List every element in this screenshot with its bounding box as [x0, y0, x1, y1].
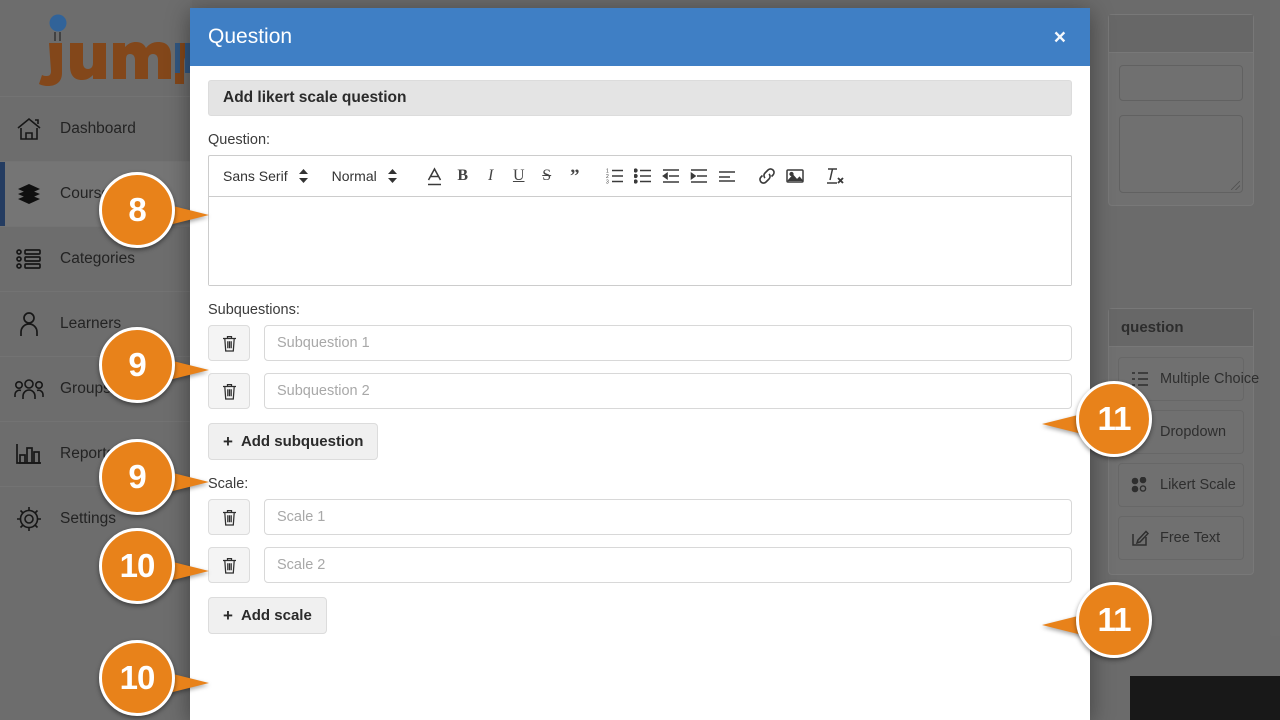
- font-size-select[interactable]: Normal: [332, 168, 397, 184]
- subquestion-row: Subquestion 2: [208, 373, 1072, 409]
- question-label: Question:: [208, 132, 271, 148]
- callout-number: 8: [99, 172, 175, 248]
- font-size-value: Normal: [331, 168, 377, 184]
- align-icon[interactable]: [713, 162, 741, 190]
- scale-row: Scale 2: [208, 547, 1072, 583]
- subquestion-input[interactable]: Subquestion 2: [264, 373, 1072, 409]
- scale-row: Scale 1: [208, 499, 1072, 535]
- add-subquestion-label: Add subquestion: [240, 433, 364, 450]
- clear-format-icon[interactable]: [821, 162, 849, 190]
- outdent-icon[interactable]: [657, 162, 685, 190]
- editor-content-area[interactable]: [209, 197, 1071, 285]
- callout-badge-9: 9: [99, 439, 229, 521]
- rich-text-editor: Sans Serif Normal B I U S ” 1 2 3: [208, 155, 1072, 286]
- italic-icon[interactable]: I: [477, 162, 505, 190]
- indent-icon[interactable]: [685, 162, 713, 190]
- callout-number: 11: [1076, 381, 1152, 457]
- callout-badge-9: 9: [99, 327, 229, 409]
- add-scale-label: Add scale: [240, 607, 312, 624]
- callout-number: 10: [99, 528, 175, 604]
- ordered-list-icon[interactable]: 1 2 3: [601, 162, 629, 190]
- subquestions-label: Subquestions:: [208, 302, 300, 318]
- callout-badge-11: 11: [1022, 582, 1152, 664]
- chevron-updown-icon: [298, 169, 308, 183]
- callout-number: 9: [99, 327, 175, 403]
- scale-input[interactable]: Scale 2: [264, 547, 1072, 583]
- scale-input[interactable]: Scale 1: [264, 499, 1072, 535]
- font-family-select[interactable]: Sans Serif: [223, 168, 308, 184]
- modal-title: Question: [208, 25, 293, 48]
- callout-number: 10: [99, 640, 175, 716]
- scale-label: Scale:: [208, 476, 249, 492]
- close-icon[interactable]: ×: [1048, 23, 1072, 52]
- screen: Dashboard Courses Categories Learners Gr…: [0, 0, 1280, 720]
- section-title: Add likert scale question: [208, 80, 1072, 116]
- modal-header: Question ×: [190, 8, 1090, 66]
- text-color-icon[interactable]: [421, 162, 449, 190]
- callout-badge-8: 8: [99, 172, 229, 254]
- add-subquestion-button[interactable]: + Add subquestion: [208, 423, 379, 460]
- blockquote-icon[interactable]: ”: [561, 162, 589, 190]
- svg-text:3: 3: [606, 180, 609, 185]
- callout-number: 9: [99, 439, 175, 515]
- chevron-updown-icon: [387, 169, 397, 183]
- subquestion-input[interactable]: Subquestion 1: [264, 325, 1072, 361]
- callout-badge-10: 10: [99, 528, 229, 610]
- question-modal: Question × Add likert scale question Que…: [190, 8, 1090, 720]
- subquestion-row: Subquestion 1: [208, 325, 1072, 361]
- font-family-value: Sans Serif: [223, 168, 288, 184]
- callout-badge-11: 11: [1022, 381, 1152, 463]
- bullet-list-icon[interactable]: [629, 162, 657, 190]
- image-icon[interactable]: [781, 162, 809, 190]
- editor-toolbar: Sans Serif Normal B I U S ” 1 2 3: [209, 156, 1071, 197]
- link-icon[interactable]: [753, 162, 781, 190]
- strikethrough-icon[interactable]: S: [533, 162, 561, 190]
- modal-body: Add likert scale question Question: Sans…: [190, 66, 1090, 634]
- underline-icon[interactable]: U: [505, 162, 533, 190]
- callout-badge-10: 10: [99, 640, 229, 720]
- callout-number: 11: [1076, 582, 1152, 658]
- bold-icon[interactable]: B: [449, 162, 477, 190]
